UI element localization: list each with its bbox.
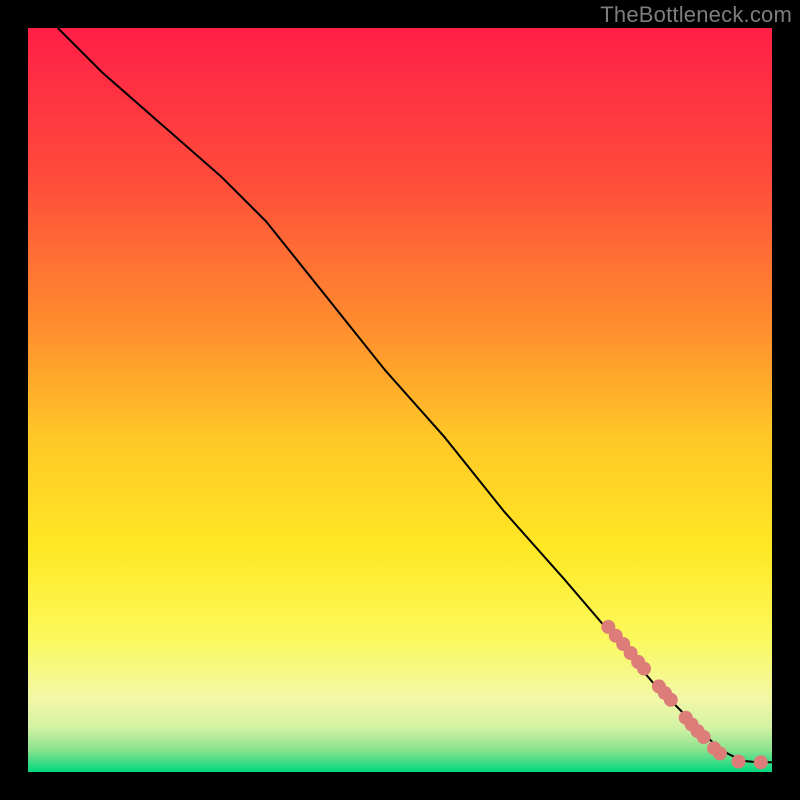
- gradient-background: [28, 28, 772, 772]
- watermark-text: TheBottleneck.com: [600, 2, 792, 28]
- chart-stage: TheBottleneck.com: [0, 0, 800, 800]
- scatter-point: [732, 755, 746, 769]
- scatter-point: [713, 746, 727, 760]
- chart-svg: [0, 0, 800, 800]
- scatter-point: [754, 755, 768, 769]
- scatter-point: [664, 693, 678, 707]
- scatter-point: [697, 730, 711, 744]
- scatter-point: [637, 662, 651, 676]
